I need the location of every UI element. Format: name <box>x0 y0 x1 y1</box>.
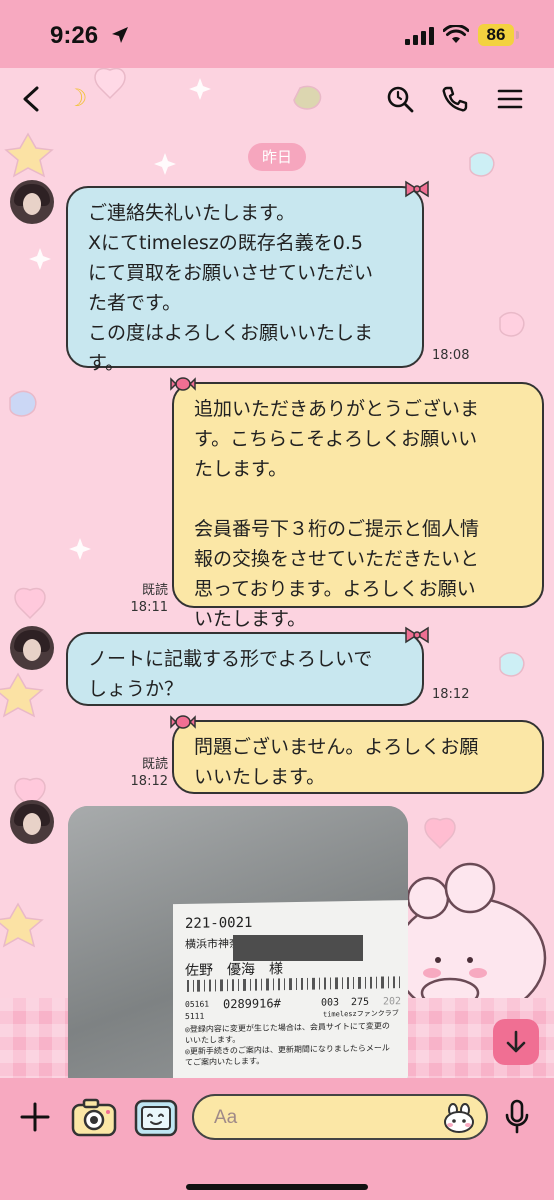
wifi-icon <box>443 25 469 43</box>
message-text: ご連絡失礼いたします。 Xにてtimeleszの既存名義を0.5 にて買取をお願… <box>88 202 374 374</box>
camera-button[interactable] <box>68 1094 120 1142</box>
scroll-to-bottom-button[interactable] <box>493 1019 539 1065</box>
camera-icon <box>71 1098 117 1137</box>
candy-decoration-icon <box>170 715 196 729</box>
battery-nub <box>516 31 519 39</box>
date-divider: 昨日 <box>248 143 306 171</box>
card-club: timeleszファンクラブ <box>323 1009 399 1019</box>
search-button[interactable] <box>383 82 417 116</box>
location-arrow-icon <box>112 27 128 43</box>
card-code-c: 003 <box>321 997 340 1009</box>
message-text: 問題ございません。よろしくお願 いいたします。 <box>194 736 479 788</box>
message-time: 18:12 <box>432 687 470 702</box>
image-button[interactable] <box>130 1094 182 1142</box>
barcode <box>187 976 400 992</box>
card-member-number: 0289916# <box>223 996 281 1012</box>
card-note: ◎登録内容に変更が生じた場合は、会員サイトにて変更の <box>185 1021 390 1034</box>
status-time: 9:26 <box>50 22 99 49</box>
arrow-down-icon <box>506 1030 526 1053</box>
message-input[interactable]: Aa <box>192 1094 488 1140</box>
chevron-left-icon <box>23 86 39 112</box>
message-input-placeholder: Aa <box>214 1107 238 1128</box>
read-receipt: 既読 18:12 <box>128 756 168 790</box>
card-note: てご案内いたします。 <box>185 1056 265 1067</box>
bow-decoration-icon <box>405 180 429 198</box>
read-label: 既読 <box>141 757 168 772</box>
outgoing-message-bubble[interactable]: 問題ございません。よろしくお願 いいたします。 <box>172 720 544 794</box>
message-text: 追加いただきありがとうございま す。こちらこそよろしくお願いい たします。 会員… <box>194 398 480 630</box>
status-bar: 9:26 86 <box>0 0 554 68</box>
message-time: 18:08 <box>432 348 470 363</box>
card-code-b: 5111 <box>185 1011 205 1021</box>
read-receipt: 既読 18:11 <box>128 582 168 616</box>
home-indicator <box>186 1184 368 1190</box>
card-note: ◎更新手続きのご案内は、更新期間になりましたらメール <box>185 1043 390 1056</box>
message-text: ノートに記載する形でよろしいで しょうか？ <box>88 648 373 700</box>
plush-character <box>393 862 547 1020</box>
menu-button[interactable] <box>493 82 527 116</box>
avatar[interactable] <box>10 180 54 224</box>
card-code-d: 275 <box>351 996 370 1009</box>
read-label: 既読 <box>141 583 168 598</box>
phone-icon <box>442 86 468 112</box>
membership-card: 221-0021 横浜市神奈川区 佐野 優海 様 05161 0289916# … <box>173 899 408 1085</box>
chat-header: ☽ <box>0 68 554 130</box>
candy-decoration-icon <box>170 377 196 391</box>
call-button[interactable] <box>438 82 472 116</box>
battery-indicator: 86 <box>478 24 514 46</box>
card-postal: 221-0021 <box>185 914 253 932</box>
card-year: 202 <box>383 996 402 1008</box>
plus-icon <box>20 1102 50 1132</box>
message-time: 18:12 <box>130 774 168 789</box>
cellular-signal-icon <box>405 27 434 45</box>
sticker-icon[interactable] <box>442 1102 476 1134</box>
back-button[interactable] <box>14 82 48 116</box>
add-button[interactable] <box>16 1094 54 1140</box>
redaction-box <box>233 935 363 961</box>
bow-decoration-icon <box>405 626 429 644</box>
hamburger-menu-icon <box>497 89 523 109</box>
outgoing-message-bubble[interactable]: 追加いただきありがとうございま す。こちらこそよろしくお願いい たします。 会員… <box>172 382 544 630</box>
voice-button[interactable] <box>500 1096 534 1138</box>
incoming-message-bubble[interactable]: ご連絡失礼いたします。 Xにてtimeleszの既存名義を0.5 にて買取をお願… <box>66 186 424 374</box>
search-clock-icon <box>387 86 414 113</box>
avatar[interactable] <box>10 626 54 670</box>
moon-icon: ☽ <box>66 84 88 112</box>
incoming-message-bubble[interactable]: ノートに記載する形でよろしいで しょうか？ <box>66 632 424 706</box>
message-time: 18:11 <box>130 600 168 615</box>
photo-message[interactable]: 221-0021 横浜市神奈川区 佐野 優海 様 05161 0289916# … <box>68 806 408 1096</box>
image-icon <box>134 1099 178 1137</box>
microphone-icon <box>505 1099 529 1134</box>
card-name: 佐野 優海 様 <box>185 961 283 979</box>
avatar[interactable] <box>10 800 54 844</box>
card-code-a: 05161 <box>185 999 210 1009</box>
